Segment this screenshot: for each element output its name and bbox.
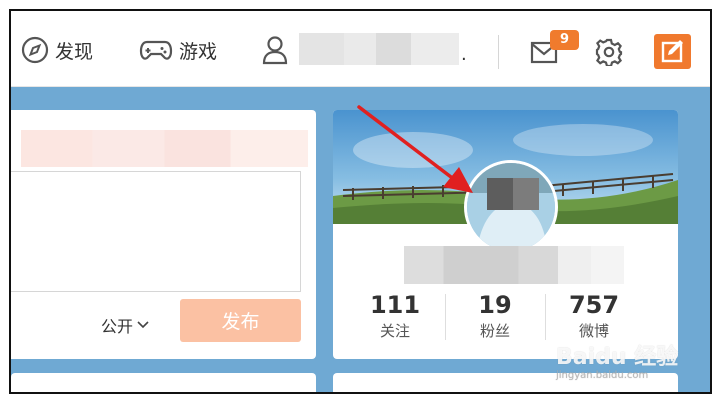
watermark-brand: Baidu 经验 [556, 345, 679, 370]
feed-card-partial [11, 373, 316, 392]
posts-count: 757 [568, 291, 620, 319]
post-textarea[interactable] [11, 171, 301, 292]
annotation-arrow [357, 105, 473, 193]
screenshot-frame: 发现 游戏 . 9 公开 发布 111 关注 19 粉丝 757 微博 Baid… [9, 9, 712, 394]
nav-games[interactable]: 游戏 [139, 35, 217, 65]
nav-games-label: 游戏 [179, 40, 218, 63]
profile-name-redacted[interactable] [404, 246, 624, 284]
post-composer-card: 公开 发布 [11, 110, 316, 359]
gamepad-icon [139, 40, 173, 60]
username-dot: . [461, 44, 467, 65]
gear-icon [595, 38, 623, 66]
followers-stat[interactable]: 19 粉丝 [446, 290, 544, 342]
baidu-jingyan-watermark: Baidu 经验 jingyan.baidu.com [556, 346, 678, 382]
visibility-label: 公开 [101, 317, 134, 336]
followers-count: 19 [478, 291, 512, 319]
user-icon [262, 36, 288, 65]
watermark-url: jingyan.baidu.com [556, 370, 649, 381]
chevron-down-icon [137, 321, 149, 329]
posts-label: 微博 [578, 322, 609, 340]
message-count-badge: 9 [550, 30, 579, 50]
followers-label: 粉丝 [479, 322, 510, 340]
posts-stat[interactable]: 757 微博 [545, 290, 643, 342]
nav-discover[interactable]: 发现 [21, 35, 93, 65]
nav-discover-label: 发现 [55, 40, 94, 63]
following-stat[interactable]: 111 关注 [346, 290, 444, 342]
top-navigation-bar: 发现 游戏 . 9 [11, 11, 710, 87]
visibility-dropdown[interactable]: 公开 [101, 313, 149, 337]
nav-divider [498, 35, 499, 69]
compass-icon [21, 36, 49, 64]
settings-button[interactable] [595, 37, 623, 67]
following-count: 111 [369, 291, 421, 319]
username-redacted[interactable] [299, 33, 459, 65]
following-label: 关注 [379, 322, 410, 340]
composer-prompt-redacted [21, 130, 308, 167]
nav-profile[interactable] [261, 35, 289, 65]
edit-icon [661, 40, 683, 63]
compose-button[interactable] [654, 34, 691, 69]
publish-button[interactable]: 发布 [180, 299, 301, 342]
